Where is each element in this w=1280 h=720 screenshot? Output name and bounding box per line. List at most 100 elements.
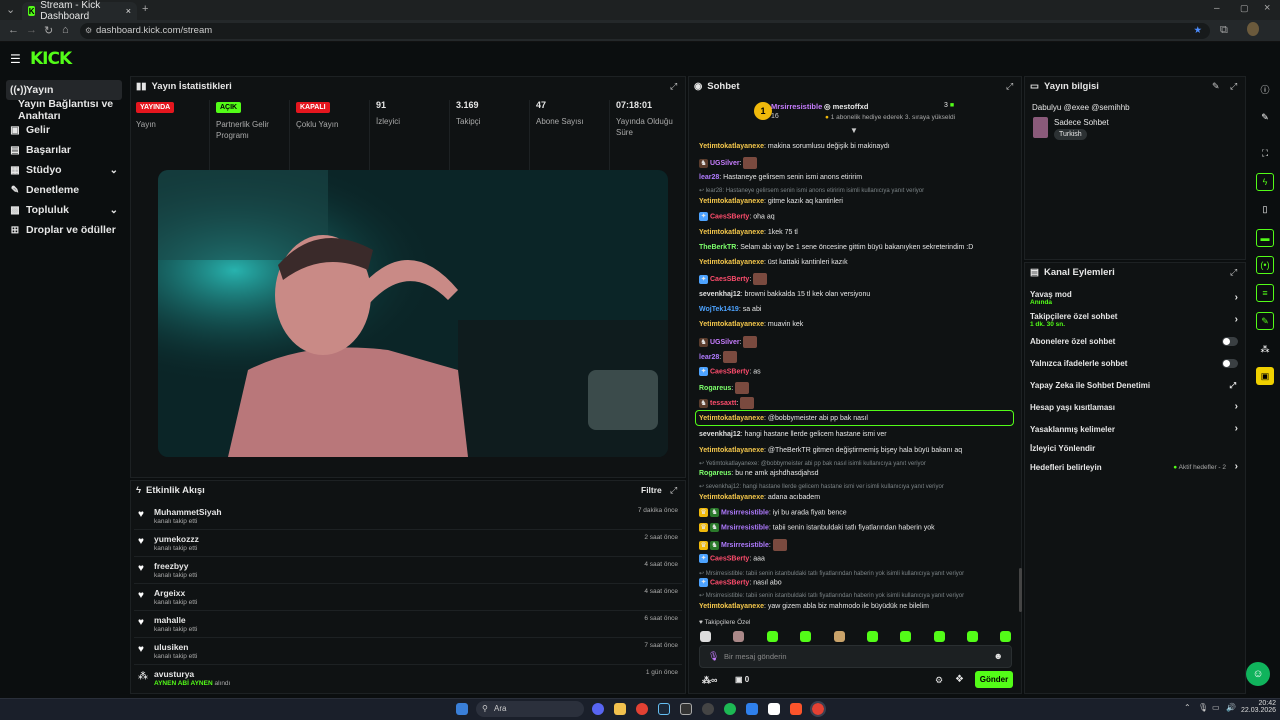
chat-username[interactable]: CaesSBerty — [710, 555, 749, 562]
maximize-icon[interactable]: ▢ — [1240, 3, 1249, 14]
chat-emote[interactable] — [723, 351, 738, 363]
activity-user[interactable]: MuhammetSiyah — [154, 507, 222, 517]
emote-button[interactable] — [800, 631, 811, 642]
goals-row[interactable]: Hedefleri belirleyin ● Aktif hedefler - 2… — [1030, 461, 1240, 472]
extensions-icon[interactable]: ⧉ — [1220, 24, 1228, 37]
fullscreen-icon[interactable]: ⛶ — [1256, 144, 1274, 162]
gift-counter[interactable]: ▣ 0 — [735, 675, 749, 684]
close-tab-icon[interactable]: × — [126, 6, 131, 16]
chrome-icon[interactable] — [636, 703, 648, 715]
notion-icon[interactable] — [768, 703, 780, 715]
chat-scrollbar[interactable] — [1019, 568, 1022, 612]
chat-username[interactable]: Yetimtokatlayanexe — [699, 603, 764, 610]
chat-username[interactable]: CaesSBerty — [710, 579, 749, 586]
github-icon[interactable] — [702, 703, 714, 715]
taskbar-search[interactable]: ⚲ Ara — [476, 701, 584, 717]
sidebar-item-denetleme[interactable]: ✎ Denetleme — [6, 180, 122, 200]
info-icon[interactable]: ⓘ — [1256, 80, 1274, 98]
sidebar-item-stream-key[interactable]: Yayın Bağlantısı ve Anahtarı — [14, 98, 130, 122]
minimize-icon[interactable]: – — [1214, 3, 1220, 14]
chat-emote[interactable] — [753, 273, 768, 285]
emote-button[interactable] — [967, 631, 978, 642]
emotes-only-toggle[interactable] — [1222, 359, 1238, 368]
chat-tool-icon[interactable]: ▬ — [1256, 229, 1274, 247]
chat-username[interactable]: Yetimtokatlayanexe — [699, 494, 764, 501]
emote-button[interactable] — [700, 631, 711, 642]
language-tag[interactable]: Turkish — [1054, 129, 1087, 140]
chat-username[interactable]: Mrsirresistible — [721, 509, 769, 516]
emote-button[interactable] — [767, 631, 778, 642]
nodes-tool-icon[interactable]: ⁂ — [1256, 340, 1274, 358]
mic-icon[interactable]: 🎙 — [708, 651, 719, 662]
brave-icon[interactable] — [790, 703, 802, 715]
chat-emote[interactable] — [743, 157, 758, 169]
chat-emote[interactable] — [735, 382, 750, 394]
subs-only-toggle[interactable] — [1222, 337, 1238, 346]
chat-username[interactable]: Rogareus — [699, 470, 731, 477]
site-info-icon[interactable]: ⚙ — [85, 23, 92, 39]
edit-icon[interactable]: ✎ — [1256, 108, 1274, 126]
activity-user[interactable]: Argeixx — [154, 588, 185, 598]
chat-username[interactable]: lear28 — [699, 354, 719, 361]
support-chat-button[interactable]: ☺ — [1246, 662, 1270, 686]
network-icon[interactable]: ▭ — [1212, 703, 1220, 712]
microphone-tray-icon[interactable]: 🎙 — [1198, 703, 1208, 712]
channel-points-indicator[interactable]: ⁂∞ — [702, 675, 717, 686]
list-tool-icon[interactable]: ≡ — [1256, 284, 1274, 302]
vscode-icon[interactable] — [746, 703, 758, 715]
home-icon[interactable]: ⌂ — [62, 24, 69, 36]
ai-moderation-row[interactable]: Yapay Zeka ile Sohbet Denetimi ⤢ — [1030, 381, 1240, 390]
clip-tool-icon[interactable]: ▣ — [1256, 367, 1274, 385]
emote-gift-icon[interactable]: ❖ — [955, 674, 964, 685]
sidebar-item-droplar[interactable]: ⊞ Droplar ve ödüller — [6, 220, 122, 240]
chat-username[interactable]: UGSilver — [710, 160, 740, 167]
activity-user[interactable]: yumekozzz — [154, 534, 199, 544]
chat-input[interactable]: 🎙 Bir mesaj gönderin ☻ — [699, 645, 1012, 668]
raid-row[interactable]: İzleyici Yönlendir — [1030, 444, 1240, 453]
expand-icon[interactable]: ⤢ — [1230, 267, 1237, 278]
filter-button[interactable]: Filtre — [641, 485, 662, 495]
chat-username[interactable]: tessaxtt — [710, 400, 736, 407]
edit-pencil-icon[interactable]: ✎ — [1212, 81, 1220, 92]
chat-username[interactable]: sevenkhaj12 — [699, 291, 741, 298]
sidebar-item-topluluk[interactable]: ▩ Topluluk ⌄ — [6, 200, 122, 220]
chat-username[interactable]: Yetimtokatlayanexe — [699, 321, 764, 328]
chat-emote[interactable] — [740, 397, 755, 409]
chat-username[interactable]: Mrsirresistible — [721, 542, 769, 549]
account-age-row[interactable]: Hesap yaşı kısıtlaması › — [1030, 401, 1240, 412]
expand-icon[interactable]: ⤢ — [670, 485, 677, 496]
spotify-icon[interactable] — [724, 703, 736, 715]
sidebar-item-yayin[interactable]: ((•)) Yayın — [6, 80, 122, 100]
reload-icon[interactable]: ↻ — [44, 24, 53, 37]
expand-icon[interactable]: ⤢ — [1230, 81, 1237, 92]
collapse-pinned-icon[interactable]: ▼ — [850, 126, 858, 135]
profile-avatar[interactable] — [1247, 22, 1259, 36]
chat-username[interactable]: CaesSBerty — [710, 213, 749, 220]
chat-username[interactable]: Yetimtokatlayanexe — [699, 198, 764, 205]
chat-username[interactable]: TheBerkTR — [699, 244, 736, 251]
sidebar-item-gelir[interactable]: ▣ Gelir — [6, 120, 122, 140]
chat-username[interactable]: sevenkhaj12 — [699, 431, 741, 438]
tv-tool-icon[interactable]: ▯ — [1256, 200, 1274, 218]
bolt-tool-icon[interactable]: ϟ — [1256, 173, 1274, 191]
banned-words-row[interactable]: Yasaklanmış kelimeler › — [1030, 423, 1240, 434]
leaderboard-user-1[interactable]: Mrsirresistible — [771, 102, 822, 111]
tab-list-icon[interactable]: ⌄ — [6, 3, 15, 16]
emote-button[interactable] — [900, 631, 911, 642]
file-explorer-icon[interactable] — [614, 703, 626, 715]
hamburger-menu-icon[interactable]: ☰ — [10, 52, 21, 66]
discord-icon[interactable] — [592, 703, 604, 715]
chat-username[interactable]: Yetimtokatlayanexe — [699, 259, 764, 266]
expand-icon[interactable]: ⤢ — [1006, 81, 1013, 92]
new-tab-icon[interactable]: + — [142, 3, 148, 15]
tray-chevron-icon[interactable]: ⌃ — [1184, 703, 1191, 712]
url-input[interactable]: ⚙ dashboard.kick.com/stream ★ — [80, 23, 1210, 39]
bookmark-star-icon[interactable]: ★ — [1193, 23, 1202, 39]
windows-start-icon[interactable] — [456, 703, 468, 715]
broadcast-tool-icon[interactable]: (•) — [1256, 256, 1274, 274]
leaderboard-user-2[interactable]: ◎ mestoffxd — [824, 102, 868, 111]
clock[interactable]: 20:42 22.03.2026 — [1241, 700, 1276, 714]
expand-icon[interactable]: ⤢ — [670, 81, 677, 92]
emote-button[interactable] — [733, 631, 744, 642]
emote-button[interactable] — [867, 631, 878, 642]
